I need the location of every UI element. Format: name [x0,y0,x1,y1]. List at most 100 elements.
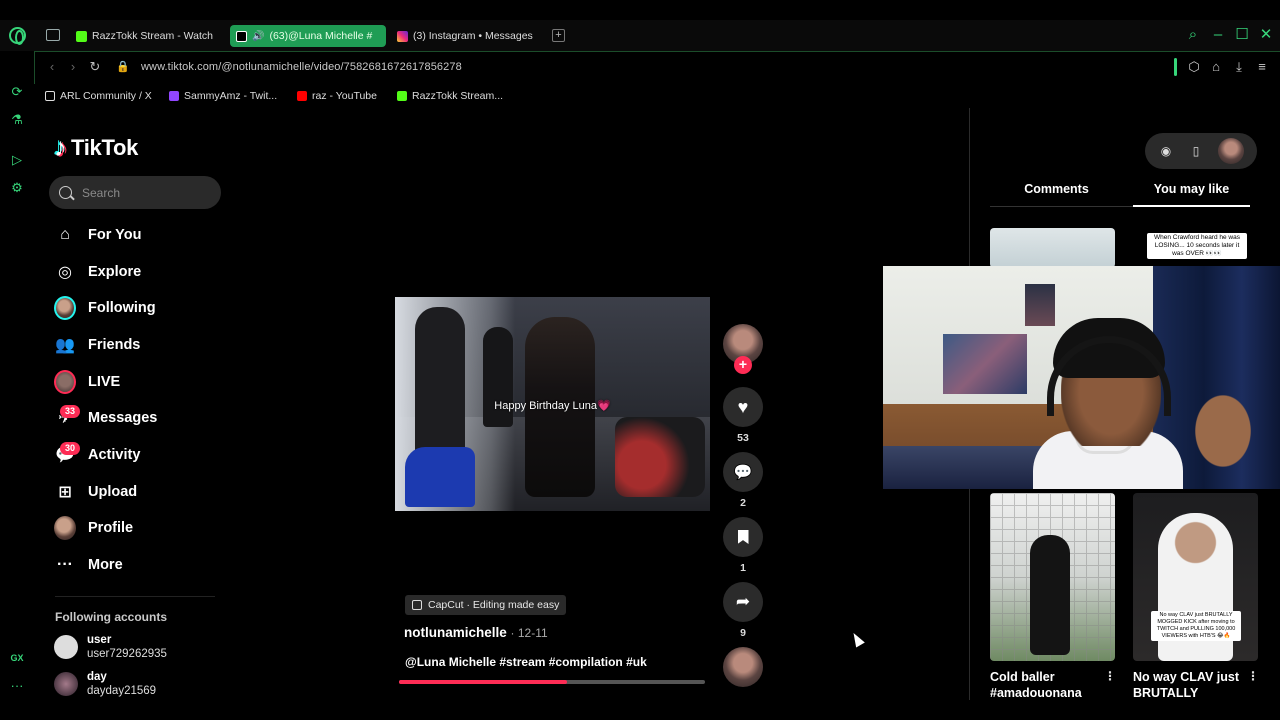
nav-label: Profile [88,520,134,536]
save-count: 1 [740,562,746,574]
video-frame-bike [405,447,475,507]
video-author-line[interactable]: notlunamichelle · 12-11 [404,625,548,640]
bookmark-icon [737,530,749,544]
account-handle: dayday21569 [87,685,157,697]
author-name[interactable]: notlunamichelle [404,625,507,640]
player-icon[interactable]: ▷ [9,152,25,168]
downloads-icon[interactable]: ⤓ [1232,60,1246,74]
tab-instagram[interactable]: (3) Instagram • Messages [397,25,547,47]
bookmark-arl[interactable]: ARL Community / X [45,89,152,103]
following-account-item[interactable]: user user729262935 [54,633,167,661]
account-display-name: user [87,634,112,646]
thumbnail-figure [1030,535,1070,655]
tab-overview-icon[interactable] [46,29,60,41]
more-options-icon[interactable]: ⋮ [1247,669,1259,683]
recommended-thumbnail[interactable]: No way CLAV just BRUTALLY MOGGED KICK af… [1133,493,1258,661]
video-description[interactable]: @Luna Michelle #stream #compilation #uk [405,655,647,669]
search-input[interactable]: Search [49,176,221,209]
minimize-icon[interactable]: – [1210,27,1226,43]
share-button[interactable]: ➦ [723,582,763,622]
bookmark-label: RazzTokk Stream... [412,90,504,102]
opera-gx-logo-icon[interactable] [9,27,26,45]
nav-live[interactable]: LIVE [54,369,120,395]
live-avatar [54,370,76,394]
recommended-thumbnail[interactable] [990,228,1115,268]
tiktok-logo[interactable]: ♪ TikTok [54,132,138,163]
follow-plus-button[interactable]: + [734,356,752,374]
video-player[interactable]: Happy Birthday Luna💗 [395,297,710,511]
compass-icon: ◎ [58,264,72,281]
menu-icon[interactable]: ≡ [1255,60,1269,74]
profile-avatar [54,516,76,540]
video-progress-bar[interactable] [399,680,705,684]
heart-icon: ♥ [737,396,749,417]
bookmark-razztokk[interactable]: RazzTokk Stream... [397,89,503,103]
account-handle: user729262935 [87,648,167,660]
mobile-icon[interactable]: ▯ [1188,143,1204,159]
tab-you-may-like[interactable]: You may like [1133,182,1250,196]
nav-explore[interactable]: ◎ Explore [54,259,141,285]
bookmark-label: SammyAmz - Twit... [184,90,278,102]
comment-button[interactable]: 💬 [723,452,763,492]
share-icon: ➦ [735,592,751,611]
bookmark-sammyamz[interactable]: SammyAmz - Twit... [169,89,277,103]
video-frame-figure [483,327,513,427]
video-caption-overlay: Happy Birthday Luna💗 [494,400,611,412]
extensions-icon[interactable]: ⬡ [1187,60,1201,74]
sidebar-more-icon[interactable]: ··· [9,678,25,694]
nav-for-you[interactable]: ⌂ For You [54,222,141,248]
history-icon[interactable]: ⟳ [9,84,25,100]
post-date: · 12-11 [510,626,548,640]
forward-icon[interactable]: › [66,60,80,74]
search-tabs-icon[interactable]: ⌕ [1185,27,1201,43]
capcut-text: CapCut · Editing made easy [428,599,560,611]
speaker-icon[interactable]: 🔊 [252,31,264,42]
kick-favicon-icon [76,30,87,42]
like-button[interactable]: ♥ [723,387,763,427]
nav-profile[interactable]: Profile [54,515,133,541]
gx-control-icon[interactable]: ⚗ [9,112,25,128]
nav-label: Friends [88,337,141,353]
recommended-title[interactable]: Cold baller #amadouonana [990,669,1102,700]
back-icon[interactable]: ‹ [45,60,59,74]
recommended-thumbnail[interactable]: When Crawford heard he was LOSING... 10 … [1133,228,1258,268]
webcam-poster [1025,284,1055,326]
coin-icon[interactable]: ◉ [1158,143,1174,159]
twitch-favicon-icon [169,91,179,101]
upload-icon: ⊞ [58,484,72,501]
recommended-title[interactable]: No way CLAV just BRUTALLY [1133,669,1245,701]
settings-icon[interactable]: ⚙ [9,180,25,196]
activity-badge: 30 [60,442,80,455]
reload-icon[interactable]: ↻ [88,60,102,74]
top-strip [0,0,1280,20]
nav-more[interactable]: ··· More [54,552,123,578]
recommended-thumbnail[interactable] [990,493,1115,661]
search-icon [59,186,72,199]
nav-following[interactable]: Following [54,295,156,321]
tab-tiktok-active[interactable]: 🔊 (63)@Luna Michelle # [230,25,386,47]
bookmark-raz-youtube[interactable]: raz - YouTube [297,89,377,103]
tab-comments[interactable]: Comments [1000,182,1113,196]
user-avatar[interactable] [1218,138,1244,164]
avatar [54,635,78,659]
tiktok-favicon-icon [236,30,247,42]
nav-label: Explore [88,264,142,280]
address-bar-accent [1174,58,1177,76]
nav-friends[interactable]: 👥 Friends [54,332,140,358]
avatar [54,672,78,696]
url-field[interactable]: www.tiktok.com/@notlunamichelle/video/75… [141,61,462,73]
profile-icon[interactable]: ⌂ [1209,60,1223,74]
close-icon[interactable]: ✕ [1258,27,1274,43]
tab-label: (3) Instagram • Messages [413,30,533,42]
next-video-avatar[interactable] [723,647,763,687]
new-tab-button[interactable]: + [552,29,565,42]
gx-corner-icon[interactable]: GX [9,650,25,666]
nav-upload[interactable]: ⊞ Upload [54,479,137,505]
top-actions-pill: ◉ ▯ [1145,133,1257,169]
more-options-icon[interactable]: ⋮ [1104,669,1116,683]
tab-razztokk[interactable]: RazzTokk Stream - Watch [76,25,216,47]
save-button[interactable] [723,517,763,557]
capcut-effect-label[interactable]: CapCut · Editing made easy [405,595,567,615]
maximize-icon[interactable]: ☐ [1234,27,1250,43]
following-account-item[interactable]: day dayday21569 [54,670,156,698]
